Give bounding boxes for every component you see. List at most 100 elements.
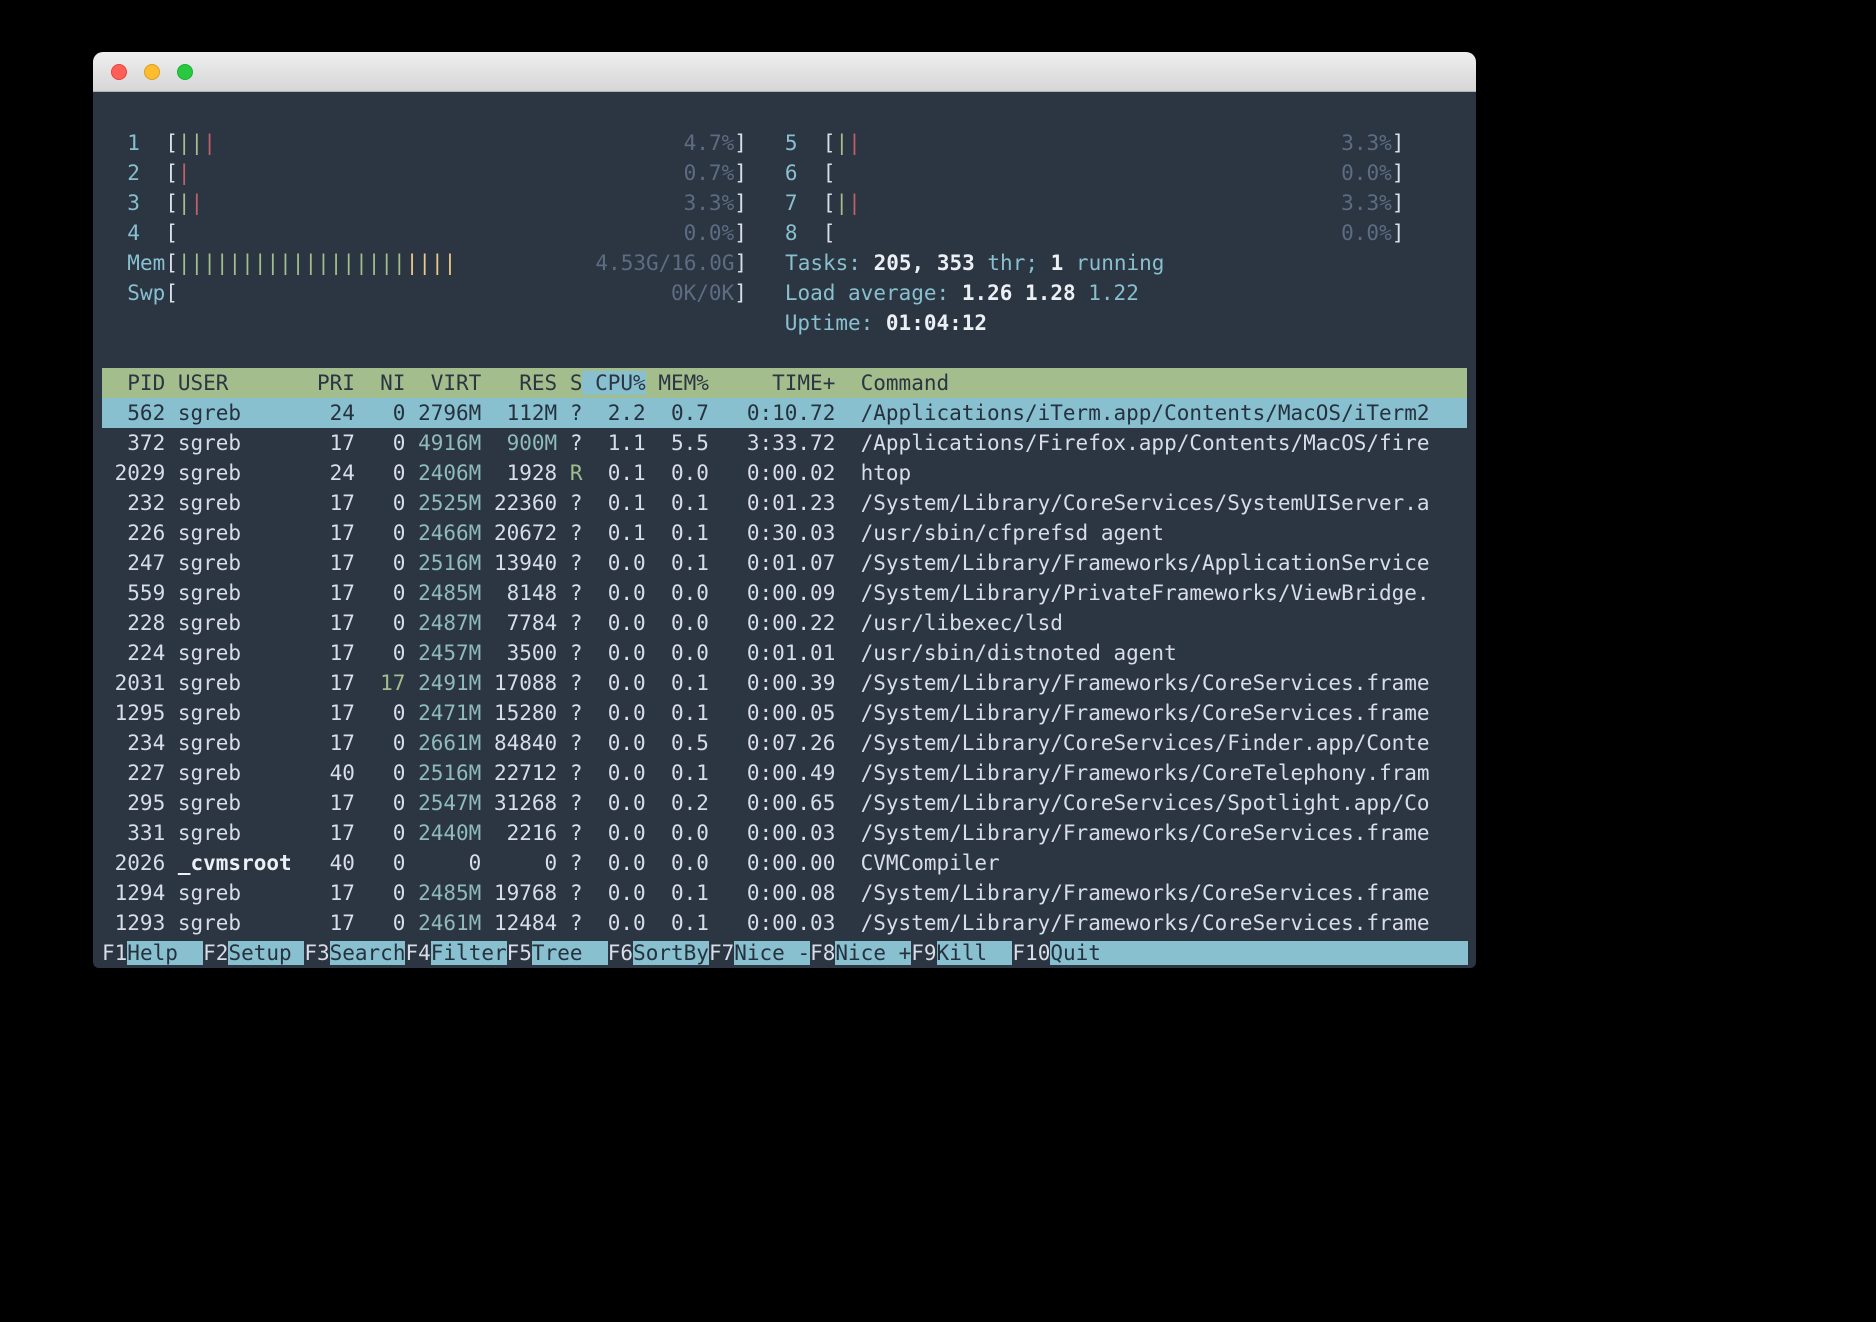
cell-pid: 562 <box>102 401 166 425</box>
zoom-window-button[interactable] <box>177 63 193 80</box>
process-row[interactable]: 234 sgreb 17 0 2661M 84840 ? 0.0 0.5 0:0… <box>102 728 1467 758</box>
cell-time: 0:01.07 <box>708 551 836 575</box>
cell-ni: 0 <box>354 401 406 425</box>
cpu-meter-line: 3 [|| 3.3%] 7 [|| 3.3%] <box>102 188 1476 218</box>
cell-ni: 0 <box>354 851 406 875</box>
cell-virt: 2471M <box>405 701 482 725</box>
cell-pid: 2031 <box>102 671 166 695</box>
process-row[interactable]: 295 sgreb 17 0 2547M 31268 ? 0.0 0.2 0:0… <box>102 788 1467 818</box>
fkey-kill[interactable]: F9Kill <box>911 941 1013 965</box>
process-row[interactable]: 2026 _cvmsroot 40 0 0 0 ? 0.0 0.0 0:00.0… <box>102 848 1467 878</box>
cell-ni: 0 <box>354 431 406 455</box>
cell-user: sgreb <box>165 551 305 575</box>
cell-cpu: 0.0 <box>582 701 646 725</box>
column-header-mem[interactable]: MEM% <box>646 371 709 395</box>
close-window-button[interactable] <box>111 63 127 80</box>
column-header-command[interactable]: Command <box>835 371 1467 395</box>
window-titlebar[interactable] <box>93 52 1476 92</box>
meter-label: Mem <box>127 251 166 275</box>
process-row[interactable]: 228 sgreb 17 0 2487M 7784 ? 0.0 0.0 0:00… <box>102 608 1467 638</box>
meter-tick: | <box>203 251 216 275</box>
cell-res: 112M <box>481 401 558 425</box>
process-row[interactable]: 247 sgreb 17 0 2516M 13940 ? 0.0 0.1 0:0… <box>102 548 1467 578</box>
cell-user: sgreb <box>165 911 305 935</box>
htop-terminal[interactable]: 1 [||| 4.7%] 5 [|| 3.3%] 2 [| 0.7%] 6 [ … <box>93 92 1476 968</box>
terminal-window: 1 [||| 4.7%] 5 [|| 3.3%] 2 [| 0.7%] 6 [ … <box>93 52 1476 968</box>
cell-command: /usr/libexec/lsd <box>835 611 1468 635</box>
cell-s: ? <box>557 401 583 425</box>
cell-virt: 4916M <box>405 431 482 455</box>
process-row[interactable]: 227 sgreb 40 0 2516M 22712 ? 0.0 0.1 0:0… <box>102 758 1467 788</box>
cpu-meter-line: 2 [| 0.7%] 6 [ 0.0%] <box>102 158 1476 188</box>
cell-pid: 2026 <box>102 851 166 875</box>
fkey-search[interactable]: F3Search <box>304 941 406 965</box>
column-header-pid[interactable]: PID <box>102 371 165 395</box>
column-header-virt[interactable]: VIRT <box>405 371 482 395</box>
column-header-s[interactable]: S <box>557 371 583 395</box>
cell-mem: 0.0 <box>645 641 709 665</box>
fkey-number: F1 <box>102 941 128 965</box>
process-row[interactable]: 372 sgreb 17 0 4916M 900M ? 1.1 5.5 3:33… <box>102 428 1467 458</box>
process-row[interactable]: 2029 sgreb 24 0 2406M 1928 R 0.1 0.0 0:0… <box>102 458 1467 488</box>
cell-pid: 1293 <box>102 911 166 935</box>
cell-time: 0:07.26 <box>708 731 836 755</box>
fkey-quit[interactable]: F10Quit <box>1012 941 1127 965</box>
column-header-pri[interactable]: PRI <box>304 371 355 395</box>
process-row[interactable]: 1293 sgreb 17 0 2461M 12484 ? 0.0 0.1 0:… <box>102 908 1467 938</box>
fkey-label: SortBy <box>633 941 709 965</box>
meter-close-bracket: ] <box>734 221 747 245</box>
cell-user: sgreb <box>165 491 305 515</box>
column-header-cpu[interactable]: CPU% <box>582 371 646 395</box>
process-row[interactable]: 1294 sgreb 17 0 2485M 19768 ? 0.0 0.1 0:… <box>102 878 1467 908</box>
cell-res: 15280 <box>481 701 558 725</box>
cell-virt: 2516M <box>405 551 482 575</box>
cell-res: 20672 <box>481 521 558 545</box>
cell-s: ? <box>557 761 583 785</box>
meter-label: 3 <box>127 191 166 215</box>
meter-tick: | <box>355 251 368 275</box>
cell-user: sgreb <box>165 521 305 545</box>
column-header-time[interactable]: TIME+ <box>709 371 835 395</box>
process-row[interactable]: 1295 sgreb 17 0 2471M 15280 ? 0.0 0.1 0:… <box>102 698 1467 728</box>
column-header-ni[interactable]: NI <box>355 371 405 395</box>
process-row[interactable]: 232 sgreb 17 0 2525M 22360 ? 0.1 0.1 0:0… <box>102 488 1467 518</box>
cell-cpu: 0.1 <box>582 521 646 545</box>
meter-value: 0.0% <box>1341 161 1392 185</box>
process-row[interactable]: 559 sgreb 17 0 2485M 8148 ? 0.0 0.0 0:00… <box>102 578 1467 608</box>
cell-cpu: 1.1 <box>582 431 646 455</box>
process-row[interactable]: 331 sgreb 17 0 2440M 2216 ? 0.0 0.0 0:00… <box>102 818 1467 848</box>
process-row[interactable]: 224 sgreb 17 0 2457M 3500 ? 0.0 0.0 0:01… <box>102 638 1467 668</box>
meter-tick: | <box>177 191 191 215</box>
process-row[interactable]: 226 sgreb 17 0 2466M 20672 ? 0.1 0.1 0:3… <box>102 518 1467 548</box>
fkey-nice[interactable]: F8Nice + <box>810 941 912 965</box>
cell-res: 0 <box>481 851 558 875</box>
cell-time: 3:33.72 <box>708 431 836 455</box>
column-header-user[interactable]: USER <box>165 371 304 395</box>
meter-open-bracket: [ <box>165 191 178 215</box>
cell-pid: 228 <box>102 611 166 635</box>
meter-label: 6 <box>784 161 823 185</box>
cell-virt: 2547M <box>405 791 482 815</box>
meter-tick: | <box>848 191 861 215</box>
uptime-line: Uptime: 01:04:12 <box>102 308 1476 338</box>
process-row[interactable]: 2031 sgreb 17 17 2491M 17088 ? 0.0 0.1 0… <box>102 668 1467 698</box>
meter-tick: | <box>215 251 229 275</box>
process-row[interactable]: 562 sgreb 24 0 2796M 112M ? 2.2 0.7 0:10… <box>102 398 1468 428</box>
cell-cpu: 2.2 <box>582 401 646 425</box>
cell-ni: 0 <box>354 581 406 605</box>
minimize-window-button[interactable] <box>144 63 160 80</box>
fkey-setup[interactable]: F2Setup <box>203 941 305 965</box>
column-header-res[interactable]: RES <box>481 371 557 395</box>
cell-res: 22360 <box>481 491 558 515</box>
fkey-number: F5 <box>506 941 532 965</box>
fkey-tree[interactable]: F5Tree <box>507 941 608 965</box>
cell-cpu: 0.1 <box>582 491 646 515</box>
fkey-label: Setup <box>228 941 305 965</box>
cell-command: /System/Library/Frameworks/CoreServices.… <box>835 911 1468 935</box>
fkey-sortby[interactable]: F6SortBy <box>608 941 709 965</box>
fkey-help[interactable]: F1Help <box>102 941 204 965</box>
fkey-nice[interactable]: F7Nice - <box>709 941 811 965</box>
load-average: 1.26 <box>961 281 1026 305</box>
cell-virt: 2516M <box>405 761 482 785</box>
fkey-filter[interactable]: F4Filter <box>405 941 507 965</box>
